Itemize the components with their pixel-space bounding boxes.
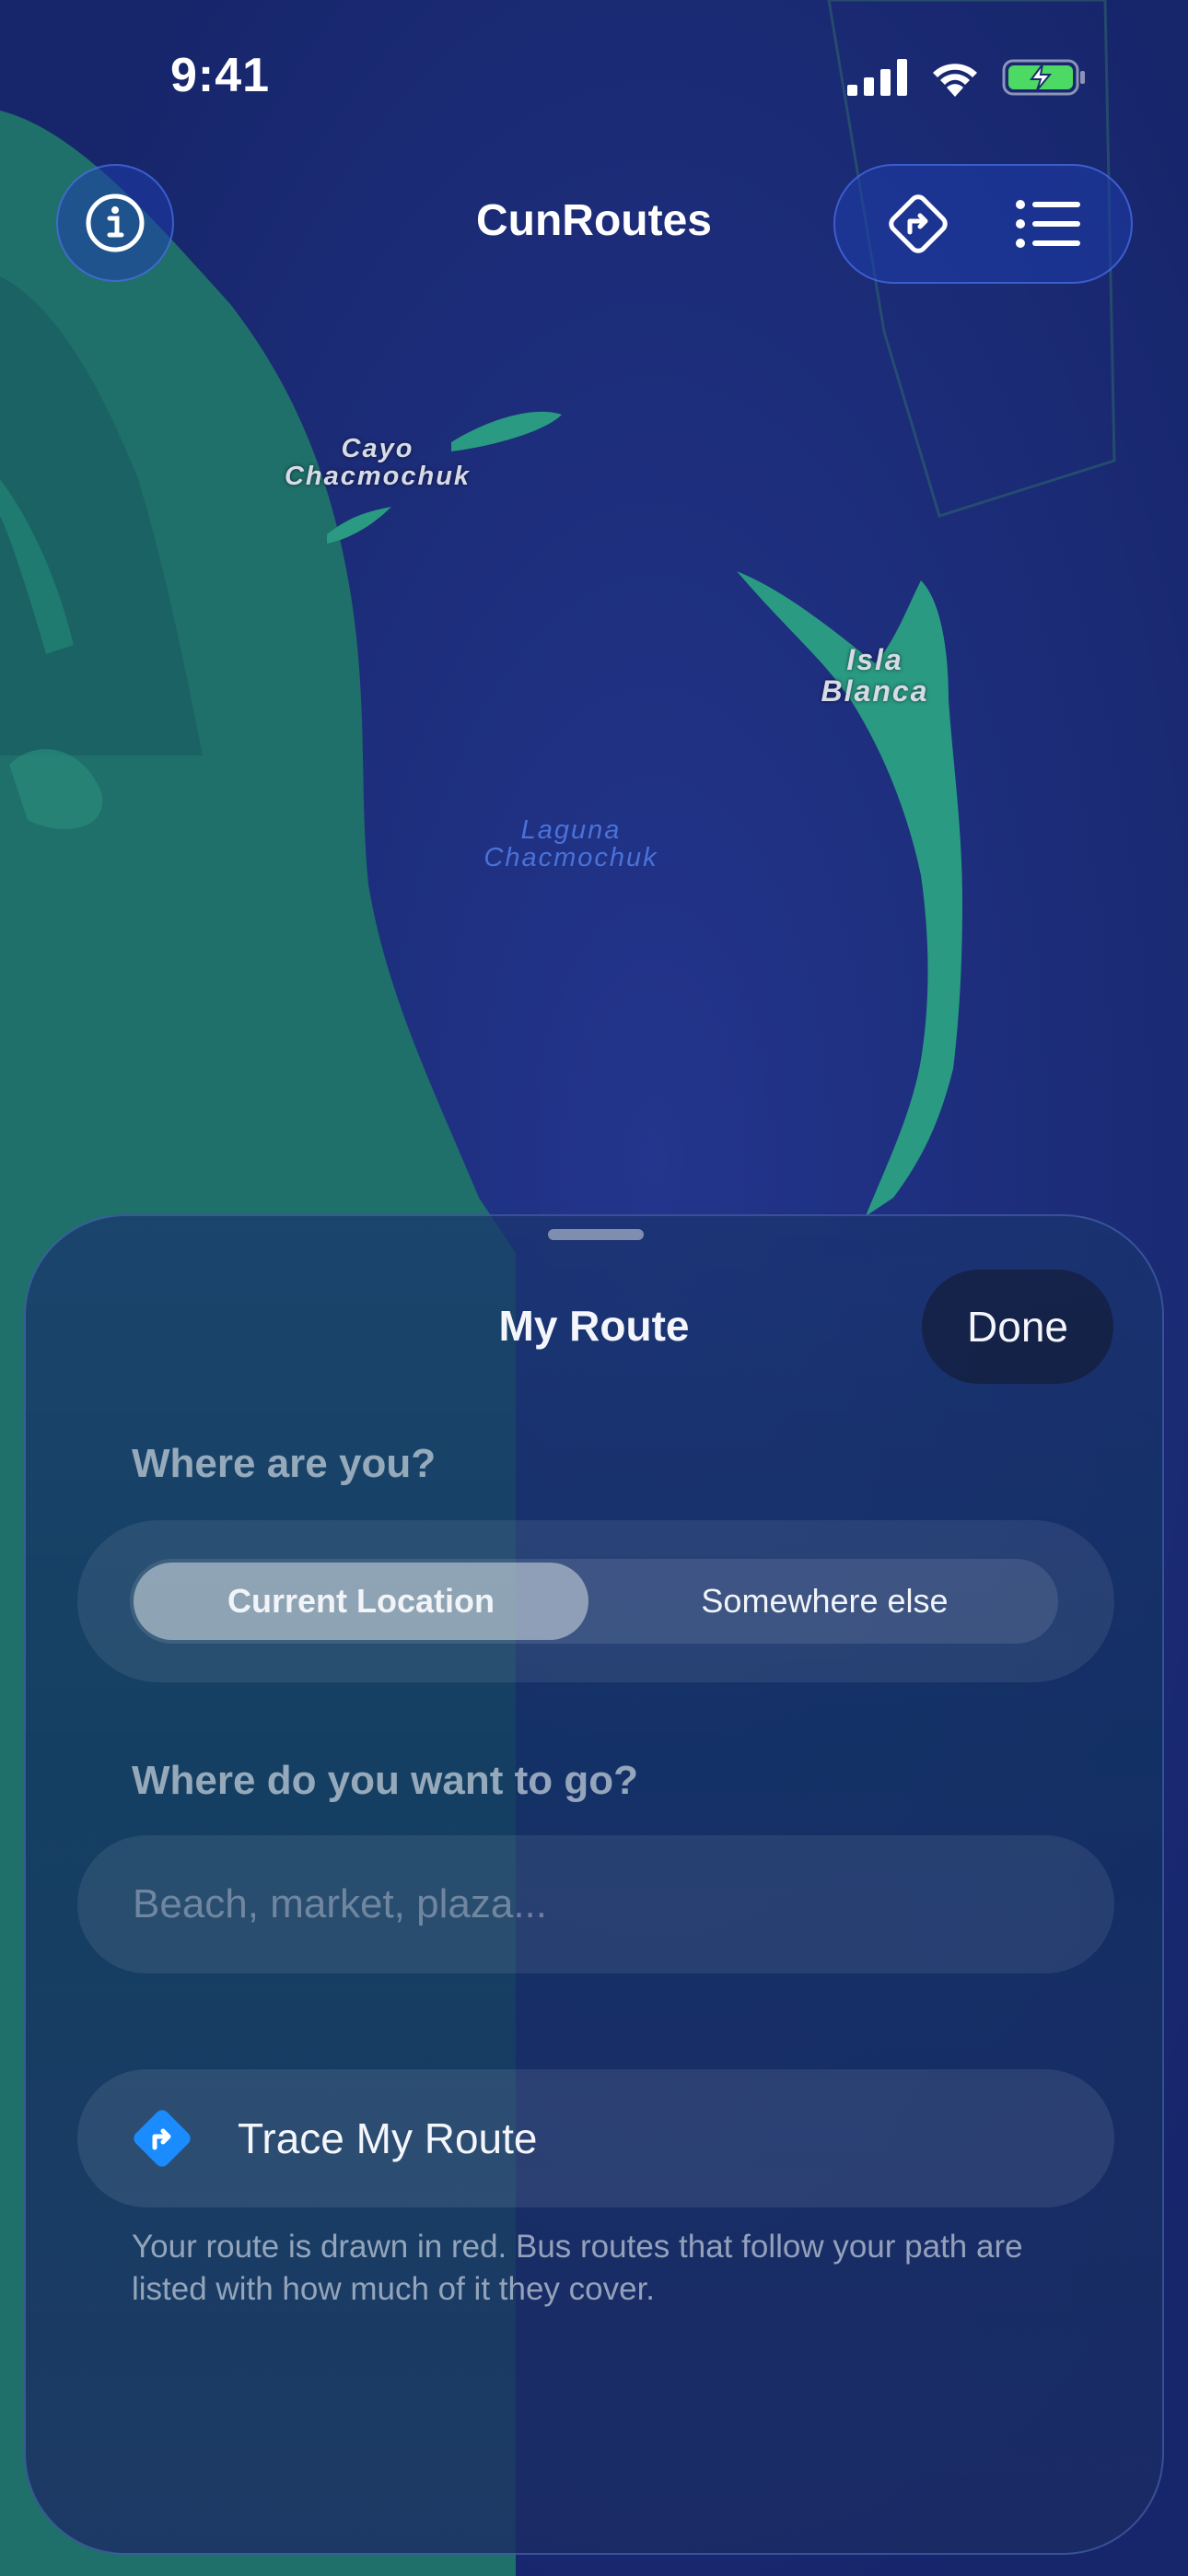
header-actions: [833, 164, 1133, 284]
route-footnote: Your route is drawn in red. Bus routes t…: [132, 2229, 1023, 2307]
route-sheet: My Route Done Where are you? Current Loc…: [24, 1214, 1164, 2555]
map-label-laguna: Laguna Chacmochuk: [460, 816, 681, 872]
directions-icon: [889, 194, 948, 253]
origin-segmented-control: Current Location Somewhere else: [130, 1559, 1058, 1644]
sheet-grabber[interactable]: [548, 1229, 644, 1240]
map-label-line: Chacmochuk: [284, 462, 472, 492]
map-label-line: Isla: [846, 643, 903, 676]
trace-my-route-label: Trace My Route: [238, 2114, 538, 2162]
segment-current-location[interactable]: Current Location: [134, 1563, 588, 1640]
destination-label: Where do you want to go?: [132, 1758, 638, 1803]
status-bar: 9:41: [0, 0, 1188, 157]
list-icon: [1015, 200, 1080, 248]
map-label-line: Chacmochuk: [483, 843, 658, 873]
battery-charging-icon: [1002, 59, 1085, 96]
status-time: 9:41: [170, 49, 271, 102]
status-icons: [847, 57, 1087, 98]
turn-right-sign-icon: [134, 2110, 191, 2167]
wifi-icon: [933, 64, 977, 97]
done-button[interactable]: Done: [922, 1270, 1113, 1384]
trace-my-route-button[interactable]: Trace My Route: [77, 2069, 1114, 2207]
screen: Cayo Chacmochuk Isla Blanca Laguna Chacm…: [0, 0, 1188, 2576]
map-label-line: Blanca: [821, 673, 929, 708]
directions-button[interactable]: [868, 173, 969, 275]
cellular-signal-icon: [847, 59, 907, 96]
list-button[interactable]: [997, 173, 1099, 275]
map-label-line: Cayo: [341, 434, 414, 463]
map-label-cayo: Cayo Chacmochuk: [276, 435, 479, 491]
map-label-isla-blanca: Isla Blanca: [801, 643, 949, 708]
destination-search-input[interactable]: [77, 1835, 1114, 1973]
origin-control: Current Location Somewhere else: [77, 1520, 1114, 1682]
map-label-line: Laguna: [520, 815, 622, 845]
segment-somewhere-else[interactable]: Somewhere else: [595, 1563, 1054, 1640]
origin-label: Where are you?: [132, 1441, 437, 1486]
